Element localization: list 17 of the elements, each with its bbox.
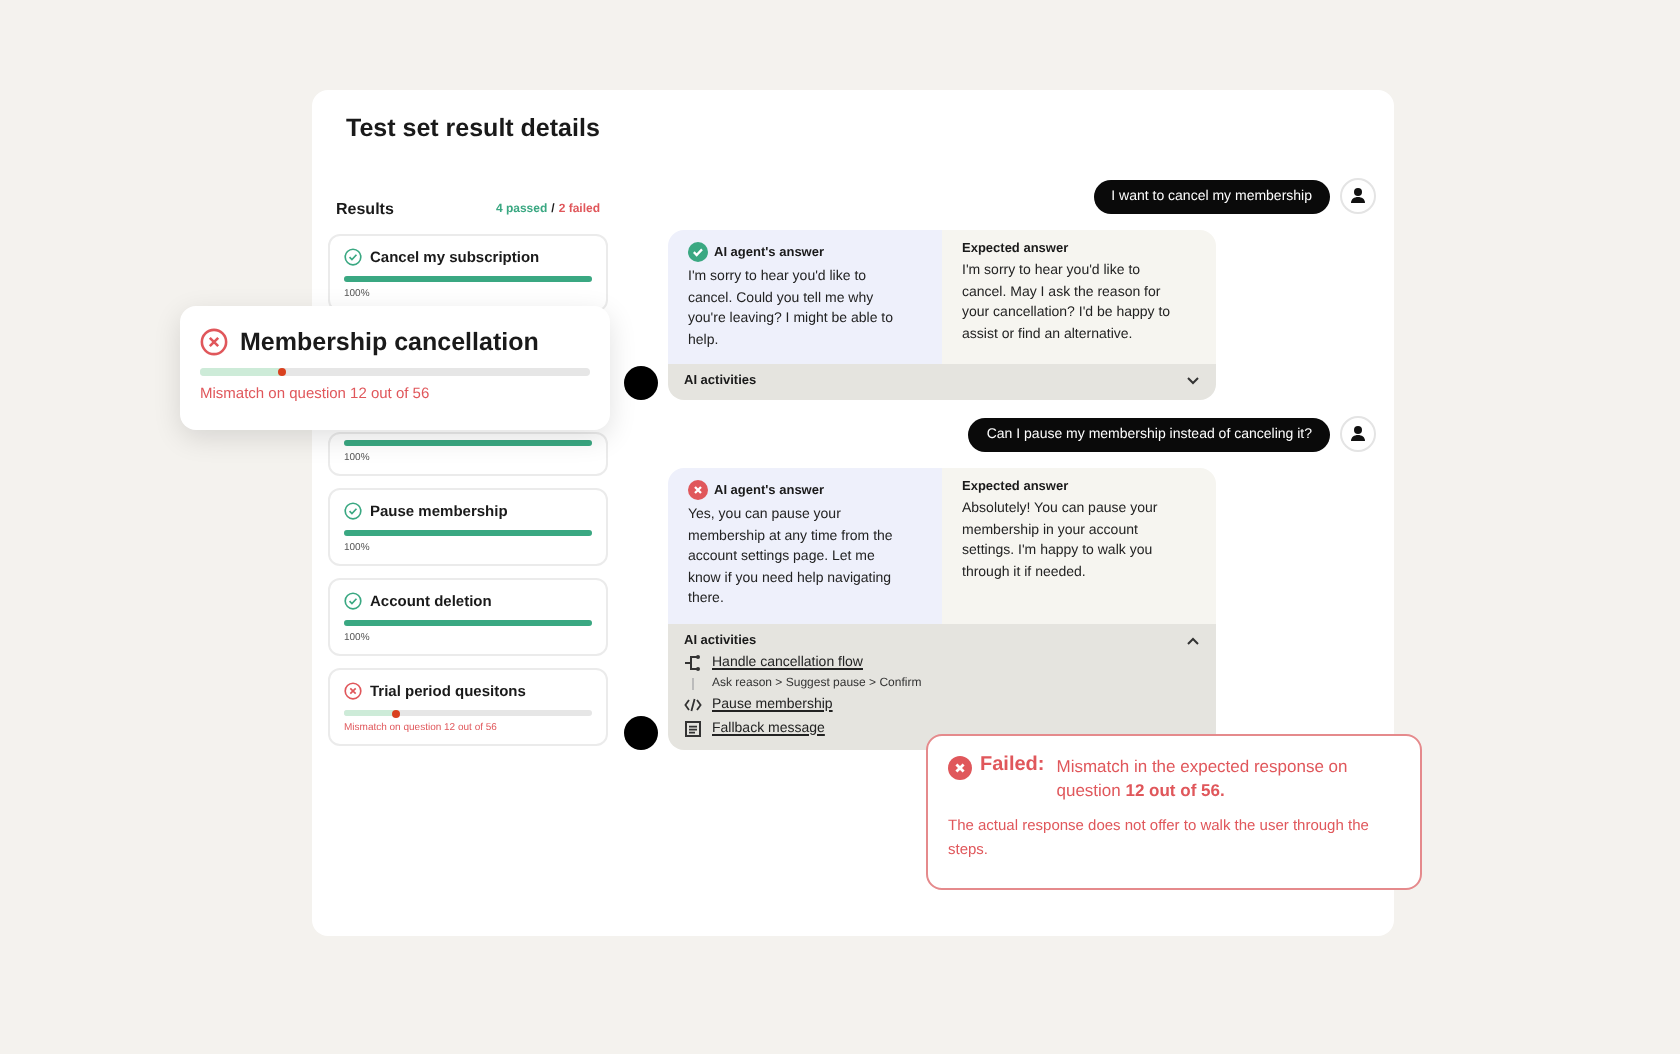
flow-icon [684,653,702,671]
failed-label: Failed: [980,754,1045,776]
page-title: Test set result details [346,114,602,142]
bot-avatar [624,715,658,749]
document-icon [684,719,702,737]
chevron-icon [1186,376,1200,386]
failure-summary: Mismatch in the expected response on question 12 out of 56. [1056,754,1350,802]
user-avatar-icon [1340,416,1376,452]
marker-dot [392,709,401,717]
code-icon [684,695,702,713]
chevron-icon [1186,635,1200,645]
marker-dot [277,368,286,376]
cross-circle-icon [948,756,972,780]
bot-avatar [624,366,658,400]
user-avatar-icon [1340,178,1376,214]
results-heading: Results [336,200,394,218]
result-title: Membership cancellation [240,328,539,356]
